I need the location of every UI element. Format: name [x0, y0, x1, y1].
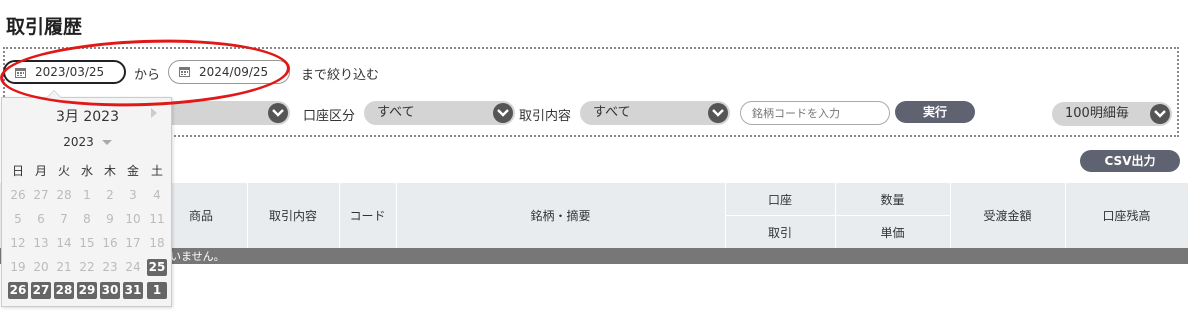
chevron-down-icon [268, 103, 288, 123]
from-label: から [134, 68, 161, 83]
weekday-label: 土 [150, 164, 163, 178]
calendar-day[interactable]: 17 [123, 235, 143, 252]
calendar-day[interactable]: 25 [147, 259, 167, 276]
calendar-day[interactable]: 31 [123, 282, 143, 299]
csv-export-button[interactable]: CSV出力 [1080, 150, 1180, 172]
calendar-day[interactable]: 28 [54, 187, 74, 204]
calendar-day[interactable]: 26 [8, 282, 28, 299]
calendar-day[interactable]: 21 [54, 259, 74, 276]
calendar-day[interactable]: 15 [77, 235, 97, 252]
calendar-day[interactable]: 22 [77, 259, 97, 276]
txn-select-value: すべて [593, 105, 631, 120]
header-trade: 取引 [725, 215, 836, 248]
calendar-day[interactable]: 27 [31, 187, 51, 204]
account-select[interactable]: すべて [364, 101, 515, 125]
per-page-value: 100明細毎 [1065, 106, 1129, 121]
calendar-day[interactable]: 16 [100, 235, 120, 252]
calendar-day[interactable]: 11 [147, 211, 167, 228]
calendar-day[interactable]: 8 [77, 211, 97, 228]
calendar-day[interactable]: 23 [100, 259, 120, 276]
calendar-icon [179, 67, 190, 77]
txn-label: 取引内容 [519, 109, 572, 124]
calendar-day[interactable]: 5 [8, 211, 28, 228]
next-month-icon[interactable] [151, 108, 157, 118]
stock-code-input[interactable] [740, 101, 890, 125]
header-account: 口座 [725, 183, 836, 216]
calendar-day[interactable]: 7 [54, 211, 74, 228]
to-date-input[interactable]: 2024/09/25 [168, 60, 290, 84]
calendar-day[interactable]: 4 [147, 187, 167, 204]
calendar-day[interactable]: 30 [100, 282, 120, 299]
calendar-day[interactable]: 24 [123, 259, 143, 276]
weekday-label: 水 [80, 164, 93, 178]
weekday-label: 月 [34, 164, 47, 178]
execute-button[interactable]: 実行 [895, 101, 975, 123]
weekday-label: 木 [103, 164, 116, 178]
calendar-day[interactable]: 1 [147, 282, 167, 299]
account-label: 口座区分 [303, 109, 356, 124]
caret-down-icon [101, 140, 112, 145]
header-amount: 受渡金額 [950, 183, 1066, 248]
calendar-day[interactable]: 19 [8, 259, 28, 276]
header-qty: 数量 [835, 183, 951, 216]
calendar-day[interactable]: 26 [8, 187, 28, 204]
calendar-day[interactable]: 6 [31, 211, 51, 228]
calendar-day[interactable]: 12 [8, 235, 28, 252]
per-page-select[interactable]: 100明細毎 [1052, 102, 1172, 126]
weekday-label: 日 [11, 164, 24, 178]
from-date-input[interactable]: 2023/03/25 [3, 60, 126, 84]
weekday-label: 火 [57, 164, 70, 178]
header-txn: 取引内容 [247, 183, 340, 248]
from-date-value: 2023/03/25 [35, 65, 105, 79]
header-unit: 単価 [835, 215, 951, 248]
calendar-year-value: 2023 [63, 135, 94, 149]
chevron-down-icon [493, 103, 513, 123]
header-name: 銘柄・摘要 [396, 183, 726, 248]
txn-select[interactable]: すべて [580, 101, 730, 125]
calendar-day[interactable]: 9 [100, 211, 120, 228]
to-date-value: 2024/09/25 [199, 65, 269, 79]
calendar-day[interactable]: 1 [77, 187, 97, 204]
calendar-day[interactable]: 20 [31, 259, 51, 276]
calendar-day[interactable]: 10 [123, 211, 143, 228]
calendar-day[interactable]: 28 [54, 282, 74, 299]
calendar-day[interactable]: 27 [31, 282, 51, 299]
weekday-label: 金 [126, 164, 139, 178]
header-balance: 口座残高 [1065, 183, 1188, 248]
to-label: まで絞り込む [301, 68, 380, 83]
empty-message: いません。 [0, 248, 1188, 264]
page-title: 取引履歴 [6, 16, 83, 38]
popup-caret [46, 90, 62, 98]
calendar-day[interactable]: 3 [123, 187, 143, 204]
calendar-year-select[interactable]: 2023 [2, 135, 173, 149]
date-picker-popup: 3月 2023 2023 日月火水木金土 26 27 28 1 2 3 4 5 6 7 8 9 10 11 1… [1, 90, 173, 307]
calendar-day[interactable]: 13 [31, 235, 51, 252]
calendar-icon [15, 68, 26, 78]
calendar-day[interactable]: 18 [147, 235, 167, 252]
header-code: コード [339, 183, 397, 248]
calendar-day[interactable]: 14 [54, 235, 74, 252]
account-select-value: すべて [377, 105, 415, 120]
calendar-day[interactable]: 29 [77, 282, 97, 299]
calendar-month-title: 3月 2023 [56, 109, 119, 125]
chevron-down-icon [1150, 104, 1170, 124]
calendar-day[interactable]: 2 [100, 187, 120, 204]
chevron-down-icon [708, 103, 728, 123]
history-table: 商品 取引内容 コード 銘柄・摘要 口座 数量 受渡金額 口座残高 取引 単価 … [0, 183, 1188, 264]
